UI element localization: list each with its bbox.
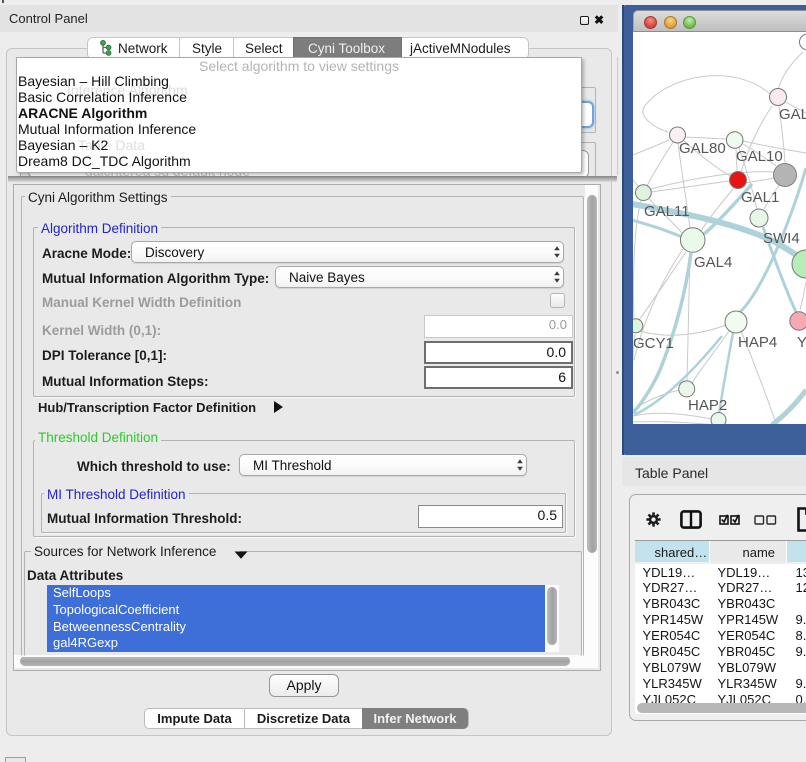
- svg-text:GAL80: GAL80: [679, 140, 726, 157]
- svg-text:GAL10: GAL10: [736, 148, 783, 165]
- svg-text:GCY1: GCY1: [633, 335, 674, 352]
- svg-text:GAL1: GAL1: [741, 189, 779, 206]
- svg-text:SWI4: SWI4: [763, 230, 800, 247]
- svg-text:HAP2: HAP2: [688, 397, 727, 414]
- svg-text:GAL4: GAL4: [694, 254, 732, 271]
- svg-text:Y: Y: [797, 334, 806, 351]
- svg-text:GAL11: GAL11: [644, 203, 690, 220]
- svg-text:HAP4: HAP4: [738, 334, 777, 351]
- svg-text:GAL7: GAL7: [779, 106, 806, 123]
